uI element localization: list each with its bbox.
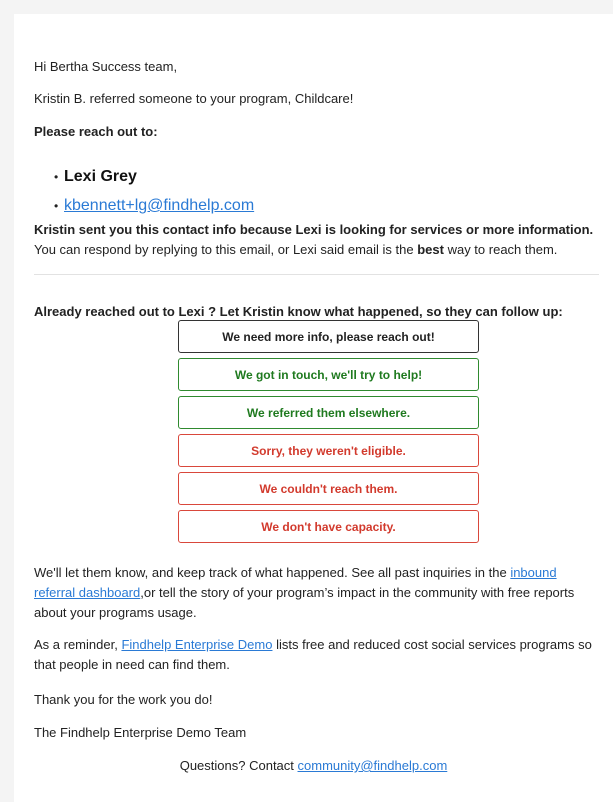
email-body: Hi Bertha Success team, Kristin B. refer… <box>14 14 613 802</box>
contact-list: • Lexi Grey • kbennett+lg@findhelp.com <box>54 165 254 223</box>
bullet-icon: • <box>54 199 59 213</box>
info-part2: way to reach them. <box>443 242 558 257</box>
questions-line: Questions? Contact community@findhelp.co… <box>14 756 613 776</box>
got-in-touch-button[interactable]: We got in touch, we'll try to help! <box>178 358 479 391</box>
thanks-line: Thank you for the work you do! <box>34 692 213 707</box>
contact-email-link[interactable]: kbennett+lg@findhelp.com <box>64 197 254 215</box>
response-buttons: We need more info, please reach out! We … <box>178 320 479 548</box>
community-email-link[interactable]: community@findhelp.com <box>298 758 448 773</box>
contact-email-item: • kbennett+lg@findhelp.com <box>54 194 254 218</box>
divider <box>34 274 599 275</box>
enterprise-demo-link[interactable]: Findhelp Enterprise Demo <box>121 637 272 652</box>
bullet-icon: • <box>54 170 59 184</box>
track-paragraph: We'll let them know, and keep track of w… <box>34 563 599 623</box>
referral-line: Kristin B. referred someone to your prog… <box>34 91 354 106</box>
reminder-part1: As a reminder, <box>34 637 122 652</box>
couldnt-reach-button[interactable]: We couldn't reach them. <box>178 472 479 505</box>
not-eligible-button[interactable]: Sorry, they weren't eligible. <box>178 434 479 467</box>
info-best: best <box>417 242 444 257</box>
team-signature: The Findhelp Enterprise Demo Team <box>34 725 247 740</box>
reach-out-heading: Please reach out to: <box>34 124 158 139</box>
need-more-info-button[interactable]: We need more info, please reach out! <box>178 320 479 353</box>
info-bold: Kristin sent you this contact info becau… <box>34 222 594 237</box>
questions-part1: Questions? Contact <box>179 758 298 773</box>
no-capacity-button[interactable]: We don't have capacity. <box>178 510 479 543</box>
track-part1: We'll let them know, and keep track of w… <box>34 565 511 580</box>
referred-elsewhere-button[interactable]: We referred them elsewhere. <box>178 396 479 429</box>
contact-name: Lexi Grey <box>64 168 137 185</box>
contact-name-item: • Lexi Grey <box>54 165 254 189</box>
reminder-paragraph: As a reminder, Findhelp Enterprise Demo … <box>34 635 599 675</box>
already-reached-heading: Already reached out to Lexi ? Let Kristi… <box>34 304 563 319</box>
greeting: Hi Bertha Success team, <box>34 59 178 74</box>
info-part1: You can respond by replying to this emai… <box>34 242 418 257</box>
info-paragraph: Kristin sent you this contact info becau… <box>34 220 599 260</box>
